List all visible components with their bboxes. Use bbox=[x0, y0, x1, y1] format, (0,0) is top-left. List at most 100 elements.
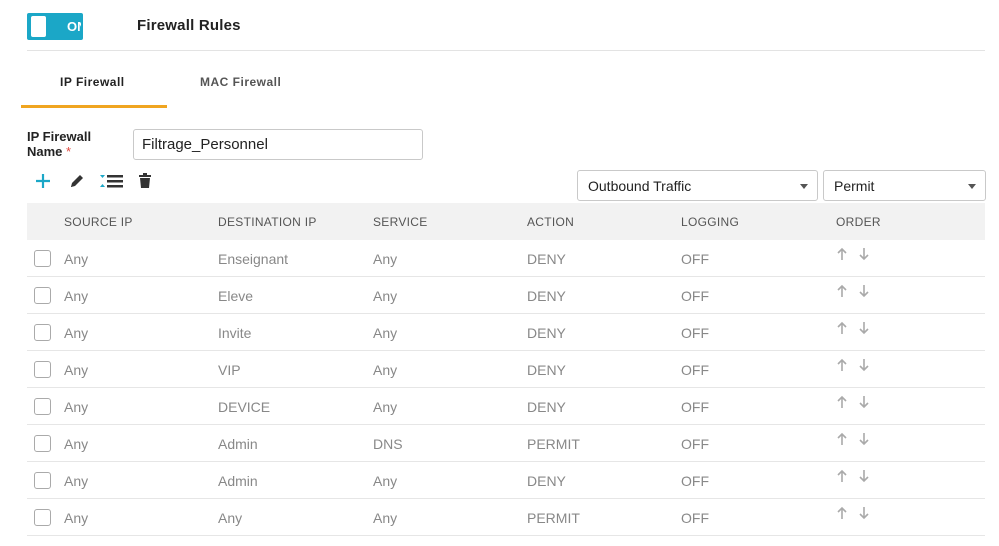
table-row[interactable]: Any VIP Any DENY OFF bbox=[27, 351, 985, 388]
table-row[interactable]: Any Admin Any DENY OFF bbox=[27, 462, 985, 499]
tab-mac-firewall[interactable]: MAC Firewall bbox=[200, 75, 281, 89]
arrow-up-icon[interactable] bbox=[835, 284, 849, 298]
required-marker: * bbox=[66, 144, 72, 159]
firewall-enable-toggle[interactable]: ON bbox=[27, 13, 83, 40]
cell-service: Any bbox=[373, 251, 398, 267]
arrow-up-icon[interactable] bbox=[835, 395, 849, 409]
cell-destination-ip: Any bbox=[218, 510, 243, 526]
active-tab-indicator bbox=[21, 105, 167, 108]
arrow-up-icon[interactable] bbox=[835, 432, 849, 446]
col-action: ACTION bbox=[527, 215, 575, 229]
table-row[interactable]: Any Eleve Any DENY OFF bbox=[27, 277, 985, 314]
col-logging: LOGGING bbox=[681, 215, 740, 229]
cell-service: Any bbox=[373, 473, 398, 489]
cell-destination-ip: Admin bbox=[218, 473, 258, 489]
arrow-up-icon[interactable] bbox=[835, 358, 849, 372]
arrow-down-icon[interactable] bbox=[857, 358, 871, 372]
arrow-down-icon[interactable] bbox=[857, 395, 871, 409]
cell-source-ip: Any bbox=[64, 473, 89, 489]
cell-service: Any bbox=[373, 399, 398, 415]
cell-service: Any bbox=[373, 510, 398, 526]
cell-destination-ip: Admin bbox=[218, 436, 258, 452]
col-destination-ip: DESTINATION IP bbox=[218, 215, 317, 229]
cell-logging: OFF bbox=[681, 362, 709, 378]
row-checkbox[interactable] bbox=[34, 287, 51, 304]
cell-destination-ip: Invite bbox=[218, 325, 252, 341]
arrow-down-icon[interactable] bbox=[857, 247, 871, 261]
toggle-label: ON bbox=[67, 19, 81, 34]
edit-icon[interactable] bbox=[65, 170, 89, 192]
cell-action: PERMIT bbox=[527, 510, 580, 526]
row-checkbox[interactable] bbox=[34, 509, 51, 526]
cell-service: Any bbox=[373, 325, 398, 341]
firewall-rules-table: SOURCE IP DESTINATION IP SERVICE ACTION … bbox=[27, 203, 985, 536]
table-row[interactable]: Any Any Any PERMIT OFF bbox=[27, 499, 985, 536]
cell-logging: OFF bbox=[681, 436, 709, 452]
traffic-direction-value: Outbound Traffic bbox=[588, 178, 692, 194]
arrow-up-icon[interactable] bbox=[835, 506, 849, 520]
arrow-up-icon[interactable] bbox=[835, 247, 849, 261]
cell-source-ip: Any bbox=[64, 251, 89, 267]
cell-action: DENY bbox=[527, 251, 566, 267]
table-row[interactable]: Any Admin DNS PERMIT OFF bbox=[27, 425, 985, 462]
row-checkbox[interactable] bbox=[34, 398, 51, 415]
arrow-down-icon[interactable] bbox=[857, 284, 871, 298]
default-action-select[interactable]: Permit bbox=[823, 170, 986, 201]
cell-source-ip: Any bbox=[64, 362, 89, 378]
row-checkbox[interactable] bbox=[34, 361, 51, 378]
cell-logging: OFF bbox=[681, 251, 709, 267]
col-service: SERVICE bbox=[373, 215, 428, 229]
table-row[interactable]: Any Invite Any DENY OFF bbox=[27, 314, 985, 351]
default-action-value: Permit bbox=[834, 178, 875, 194]
cell-logging: OFF bbox=[681, 473, 709, 489]
arrow-down-icon[interactable] bbox=[857, 432, 871, 446]
row-checkbox[interactable] bbox=[34, 324, 51, 341]
table-row[interactable]: Any Enseignant Any DENY OFF bbox=[27, 240, 985, 277]
cell-source-ip: Any bbox=[64, 399, 89, 415]
cell-action: DENY bbox=[527, 362, 566, 378]
cell-service: Any bbox=[373, 362, 398, 378]
cell-destination-ip: Enseignant bbox=[218, 251, 289, 267]
chevron-down-icon bbox=[968, 184, 976, 189]
firewall-name-label-text: IP Firewall Name bbox=[27, 129, 92, 159]
tab-ip-firewall[interactable]: IP Firewall bbox=[60, 75, 125, 89]
delete-icon[interactable] bbox=[133, 170, 157, 192]
cell-action: DENY bbox=[527, 325, 566, 341]
cell-destination-ip: VIP bbox=[218, 362, 241, 378]
page-title: Firewall Rules bbox=[137, 17, 241, 34]
cell-source-ip: Any bbox=[64, 288, 89, 304]
col-source-ip: SOURCE IP bbox=[64, 215, 133, 229]
cell-source-ip: Any bbox=[64, 510, 89, 526]
cell-destination-ip: Eleve bbox=[218, 288, 254, 304]
cell-action: PERMIT bbox=[527, 436, 580, 452]
cell-logging: OFF bbox=[681, 325, 709, 341]
arrow-down-icon[interactable] bbox=[857, 506, 871, 520]
table-row[interactable]: Any DEVICE Any DENY OFF bbox=[27, 388, 985, 425]
arrow-up-icon[interactable] bbox=[835, 469, 849, 483]
arrow-down-icon[interactable] bbox=[857, 469, 871, 483]
cell-action: DENY bbox=[527, 399, 566, 415]
header-divider bbox=[27, 50, 985, 51]
cell-action: DENY bbox=[527, 288, 566, 304]
row-checkbox[interactable] bbox=[34, 472, 51, 489]
arrow-up-icon[interactable] bbox=[835, 321, 849, 335]
traffic-direction-select[interactable]: Outbound Traffic bbox=[577, 170, 818, 201]
firewall-name-input[interactable] bbox=[133, 129, 423, 160]
cell-destination-ip: DEVICE bbox=[218, 399, 271, 415]
arrow-down-icon[interactable] bbox=[857, 321, 871, 335]
cell-service: DNS bbox=[373, 436, 403, 452]
row-checkbox[interactable] bbox=[34, 435, 51, 452]
firewall-name-label: IP Firewall Name * bbox=[27, 129, 107, 159]
cell-service: Any bbox=[373, 288, 398, 304]
col-order: ORDER bbox=[836, 215, 881, 229]
cell-source-ip: Any bbox=[64, 436, 89, 452]
reorder-icon[interactable] bbox=[97, 170, 127, 192]
chevron-down-icon bbox=[800, 184, 808, 189]
cell-logging: OFF bbox=[681, 399, 709, 415]
add-icon[interactable] bbox=[31, 170, 55, 192]
table-header: SOURCE IP DESTINATION IP SERVICE ACTION … bbox=[27, 203, 985, 240]
row-checkbox[interactable] bbox=[34, 250, 51, 267]
cell-source-ip: Any bbox=[64, 325, 89, 341]
toggle-knob bbox=[31, 16, 46, 37]
cell-action: DENY bbox=[527, 473, 566, 489]
